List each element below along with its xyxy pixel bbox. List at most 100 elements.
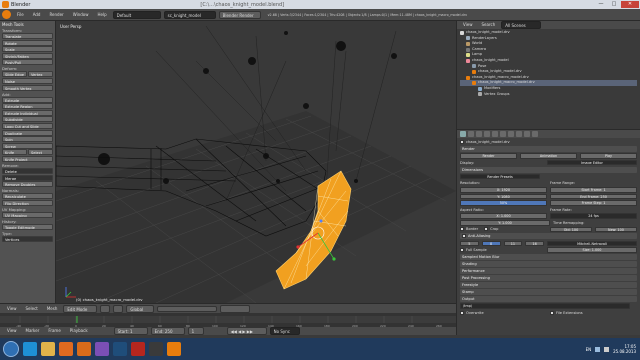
end-frame-prop-field[interactable]: End Frame: 250 [550, 193, 637, 200]
delete-select[interactable]: Delete [2, 167, 53, 174]
type-select[interactable]: Vertices [2, 235, 53, 242]
scene-tab-icon[interactable] [468, 131, 474, 137]
render-button[interactable]: Render [460, 153, 517, 159]
mode-select[interactable]: Edit Mode [63, 304, 98, 313]
firefox-taskbar-icon[interactable] [77, 342, 91, 356]
anti-aliasing-checkbox[interactable] [462, 234, 466, 239]
outliner-display-select[interactable]: All Scenes [501, 21, 542, 29]
aa-samples-8[interactable]: 8 [481, 240, 501, 247]
screen-layout-select[interactable]: Default [112, 10, 161, 19]
menu-window[interactable]: Window [70, 11, 92, 19]
start-frame-field[interactable]: Start: 1 [113, 327, 148, 335]
frame-step-field[interactable]: Frame Step: 1 [550, 200, 637, 206]
start-button[interactable] [3, 341, 19, 357]
scene-select[interactable]: sc_knight_model [163, 10, 216, 19]
aa-filter-select[interactable]: Mitchell-Netravali [547, 240, 637, 247]
render-presets-select[interactable]: Render Presets [460, 173, 540, 180]
constraints-tab-icon[interactable] [492, 131, 498, 137]
border-checkbox[interactable] [460, 227, 464, 232]
smooth-vertex-button[interactable]: Smooth Vertex [2, 84, 53, 91]
slide-edge-button[interactable]: Slide Edge [2, 71, 27, 78]
knife-select-button[interactable]: Select [28, 149, 53, 156]
texture-tab-icon[interactable] [524, 131, 530, 137]
collapsed-panel-header[interactable]: Sampled Motion Blur [460, 253, 637, 260]
duplicate-button[interactable]: Duplicate [2, 129, 53, 136]
resolution-x-field[interactable]: X: 1920 [460, 187, 547, 193]
crop-checkbox[interactable] [484, 227, 489, 232]
collapsed-panel-header[interactable]: Shading [460, 260, 637, 267]
network-icon[interactable] [595, 346, 601, 352]
snap-select[interactable] [220, 304, 251, 313]
extrude-individual-button[interactable]: Extrude Individual [2, 109, 53, 116]
flip-direction-button[interactable]: Flip Direction [2, 199, 53, 206]
3d-viewport[interactable]: User Persp (0) chaos_knight_macro_model.… [56, 21, 456, 303]
outliner[interactable]: chaos_knight_model.drv RenderLayers World C… [457, 29, 640, 129]
subdivide-button[interactable]: Subdivide [2, 116, 53, 123]
aspect-y-field[interactable]: Y: 1.000 [460, 220, 550, 226]
knife-button[interactable]: Knife [2, 149, 27, 156]
modifiers-tab-icon[interactable] [500, 131, 506, 137]
end-frame-field[interactable]: End: 250 [150, 327, 185, 335]
world-tab-icon[interactable] [476, 131, 482, 137]
extrude-button[interactable]: Extrude [2, 96, 53, 103]
display-select[interactable]: Image Editor [547, 159, 637, 166]
animation-button[interactable]: Animation [520, 153, 577, 159]
viewport-select-menu[interactable]: Select [23, 305, 41, 313]
spin-button[interactable]: Spin [2, 136, 53, 143]
menu-help[interactable]: Help [94, 11, 109, 19]
collapsed-panel-header[interactable]: Output [460, 295, 637, 302]
start-frame-prop-field[interactable]: Start Frame: 1 [550, 187, 637, 193]
uv-mapping-button[interactable]: UV Mapping [2, 211, 53, 218]
viewport-mesh-menu[interactable]: Mesh [44, 305, 61, 313]
object-tab-icon[interactable] [484, 131, 490, 137]
screw-button[interactable]: Screw [2, 142, 53, 149]
photoshop-taskbar-icon[interactable] [113, 342, 127, 356]
scale-button[interactable]: Scale [2, 46, 53, 53]
input-language[interactable]: EN [586, 347, 592, 352]
time-remap-new-field[interactable]: New: 100 [595, 226, 637, 233]
maximize-button[interactable]: □ [608, 1, 620, 8]
time-remap-old-field[interactable]: Old: 100 [550, 226, 592, 233]
collapsed-panel-header[interactable]: Performance [460, 267, 637, 274]
explorer-taskbar-icon[interactable] [41, 342, 55, 356]
menu-render[interactable]: Render [46, 11, 66, 19]
ie-taskbar-icon[interactable] [23, 342, 37, 356]
loop-cut-slide-button[interactable]: Loop Cut and Slide [2, 122, 53, 129]
play-button[interactable]: Play [580, 153, 637, 159]
dimensions-panel-header[interactable]: Dimensions [460, 166, 637, 173]
collapsed-panel-header[interactable]: Freestyle [460, 281, 637, 288]
noise-button[interactable]: Noise [2, 77, 53, 84]
recalculate-button[interactable]: Recalculate [2, 193, 53, 200]
aspect-x-field[interactable]: X: 1.000 [460, 213, 547, 219]
close-button[interactable]: ✕ [621, 1, 639, 8]
merge-select[interactable]: Merge [2, 174, 53, 181]
data-tab-icon[interactable] [508, 131, 514, 137]
editor-type-icon[interactable] [2, 10, 11, 19]
physics-tab-icon[interactable] [532, 131, 538, 137]
translate-button[interactable]: Translate [2, 33, 53, 39]
outliner-search-menu[interactable]: Search [479, 21, 499, 29]
file-extensions-checkbox[interactable] [550, 310, 554, 315]
visual-studio-taskbar-icon[interactable] [95, 342, 109, 356]
clock[interactable]: 17:05 25.08.2013 [613, 344, 636, 354]
outliner-view-menu[interactable]: View [460, 21, 476, 29]
material-tab-icon[interactable] [516, 131, 522, 137]
toggle-editmode-button[interactable]: Toggle Editmode [2, 223, 53, 230]
collapsed-panel-header[interactable]: Stamp [460, 288, 637, 295]
shrink-fatten-button[interactable]: Shrink/Fatten [2, 52, 53, 59]
aa-size-field[interactable]: Size: 1.000 [547, 247, 637, 253]
slide-vertex-button[interactable]: Vertex [28, 71, 53, 78]
render-panel-header[interactable]: Render [460, 146, 637, 152]
minimize-button[interactable]: — [595, 1, 607, 8]
outliner-item[interactable]: Vertex Groups [460, 92, 637, 98]
blender-taskbar-icon[interactable] [167, 342, 181, 356]
remove-doubles-button[interactable]: Remove Doubles [2, 181, 53, 188]
knife-project-button[interactable]: Knife Project [2, 155, 53, 162]
anti-aliasing-panel-header[interactable]: Anti-Aliasing [460, 233, 637, 240]
aa-samples-5[interactable]: 5 [460, 240, 479, 247]
timeline[interactable]: -40 -20 0 20 40 60 80 100 120 140 160 18… [0, 313, 456, 335]
render-tab-icon[interactable] [460, 131, 466, 137]
menu-file[interactable]: File [14, 11, 27, 19]
orientation-select[interactable]: Global [126, 304, 155, 313]
volume-icon[interactable] [604, 346, 610, 352]
